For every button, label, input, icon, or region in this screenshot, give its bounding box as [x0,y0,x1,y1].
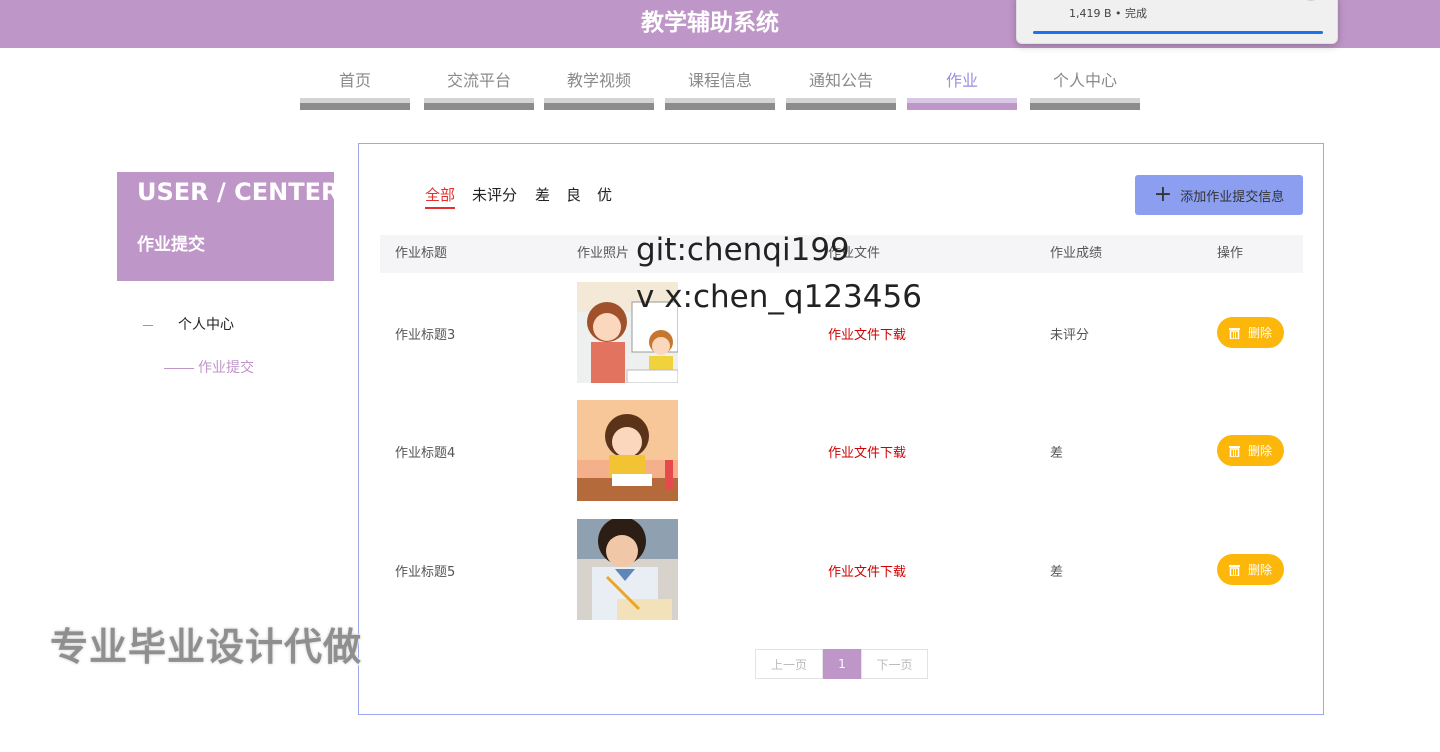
download-progress-bar [1033,31,1323,34]
homework-title: 作业标题3 [395,328,456,343]
download-status: 1,419 B • 完成 [1069,7,1148,20]
homework-title: 作业标题4 [395,446,456,461]
column-header: 操作 [1217,246,1244,261]
delete-label: 删除 [1247,563,1272,577]
nav-item-homework[interactable]: 作业 [907,60,1017,112]
delete-button[interactable]: 删除 [1217,317,1284,348]
nav-underline [1030,98,1140,110]
nav-label: 首页 [338,71,371,90]
nav-underline [300,98,410,110]
pagination: 上一页 1 下一页 [755,649,928,679]
page-number-current[interactable]: 1 [823,649,861,679]
prev-page-button[interactable]: 上一页 [755,649,823,679]
file-download-link[interactable]: 作业文件下载 [828,561,906,580]
sidebar-item-label: 作业提交 [198,360,254,376]
nav-item-home[interactable]: 首页 [300,60,410,112]
column-header: 作业照片 [577,246,630,261]
filter-excellent[interactable]: 优 [597,184,612,205]
watermark-vx: v x:chen_q123456 [636,279,922,315]
nav-underline [544,98,654,110]
main-panel: 全部 未评分 差 良 优 + 添加作业提交信息 作业标题 作业照片 作业文件 作… [358,143,1324,715]
nav-underline [786,98,896,110]
trash-icon [1228,564,1240,577]
filter-all[interactable]: 全部 [425,184,456,209]
homework-title: 作业标题5 [395,565,456,580]
nav-underline [424,98,534,110]
watermark-git: git:chenqi199 [636,232,850,268]
add-submission-label: 添加作业提交信息 [1180,189,1285,205]
nav-item-profile[interactable]: 个人中心 [1030,60,1140,112]
nav-underline [665,98,775,110]
nav-label: 通知公告 [808,71,873,90]
download-popup-handle [1303,0,1319,1]
nav-item-videos[interactable]: 教学视频 [544,60,654,112]
table-row: 作业标题5 作业文件下载 差 删除 [380,519,1303,621]
homework-photo [577,400,678,501]
main-nav: 首页 交流平台 教学视频 课程信息 通知公告 作业 个人中心 [0,60,1440,120]
sidebar-item-profile[interactable]: 个人中心 [143,314,234,334]
watermark-ad: 专业毕业设计代做 [49,624,363,670]
sidebar-item-label: 个人中心 [178,317,234,333]
homework-score: 差 [1050,565,1064,580]
delete-label: 删除 [1247,326,1272,340]
nav-item-forum[interactable]: 交流平台 [424,60,534,112]
menu-dash [164,367,194,369]
nav-label: 教学视频 [566,71,631,90]
nav-label: 作业 [945,71,978,90]
download-popup[interactable]: 1,419 B • 完成 [1016,0,1338,44]
trash-icon [1228,327,1240,340]
table-row: 作业标题4 作业文件下载 差 删除 [380,400,1303,502]
filter-poor[interactable]: 差 [535,184,550,205]
nav-underline [907,98,1017,110]
menu-dash [143,324,153,326]
column-header: 作业标题 [395,246,448,261]
nav-item-notices[interactable]: 通知公告 [786,60,896,112]
file-download-link[interactable]: 作业文件下载 [828,442,906,461]
filter-good[interactable]: 良 [566,184,581,205]
column-header: 作业成绩 [1050,246,1103,261]
homework-photo [577,519,678,620]
plus-icon: + [1153,182,1173,207]
sidebar-title-cn: 作业提交 [137,235,205,255]
delete-label: 删除 [1247,444,1272,458]
nav-label: 个人中心 [1052,71,1117,90]
sidebar-header: USER / CENTER 作业提交 [117,172,339,281]
homework-score: 未评分 [1050,328,1090,343]
filter-unscored[interactable]: 未评分 [472,184,517,205]
trash-icon [1228,445,1240,458]
sidebar-title-en: USER / CENTER [137,178,340,206]
sidebar-item-homework-submit[interactable]: 作业提交 [164,357,254,377]
file-download-link[interactable]: 作业文件下载 [828,324,906,343]
nav-item-courses[interactable]: 课程信息 [665,60,775,112]
next-page-button[interactable]: 下一页 [861,649,928,679]
nav-label: 课程信息 [687,71,752,90]
nav-label: 交流平台 [446,71,511,90]
delete-button[interactable]: 删除 [1217,554,1284,585]
delete-button[interactable]: 删除 [1217,435,1284,466]
homework-score: 差 [1050,446,1064,461]
add-submission-button[interactable]: + 添加作业提交信息 [1135,175,1303,215]
